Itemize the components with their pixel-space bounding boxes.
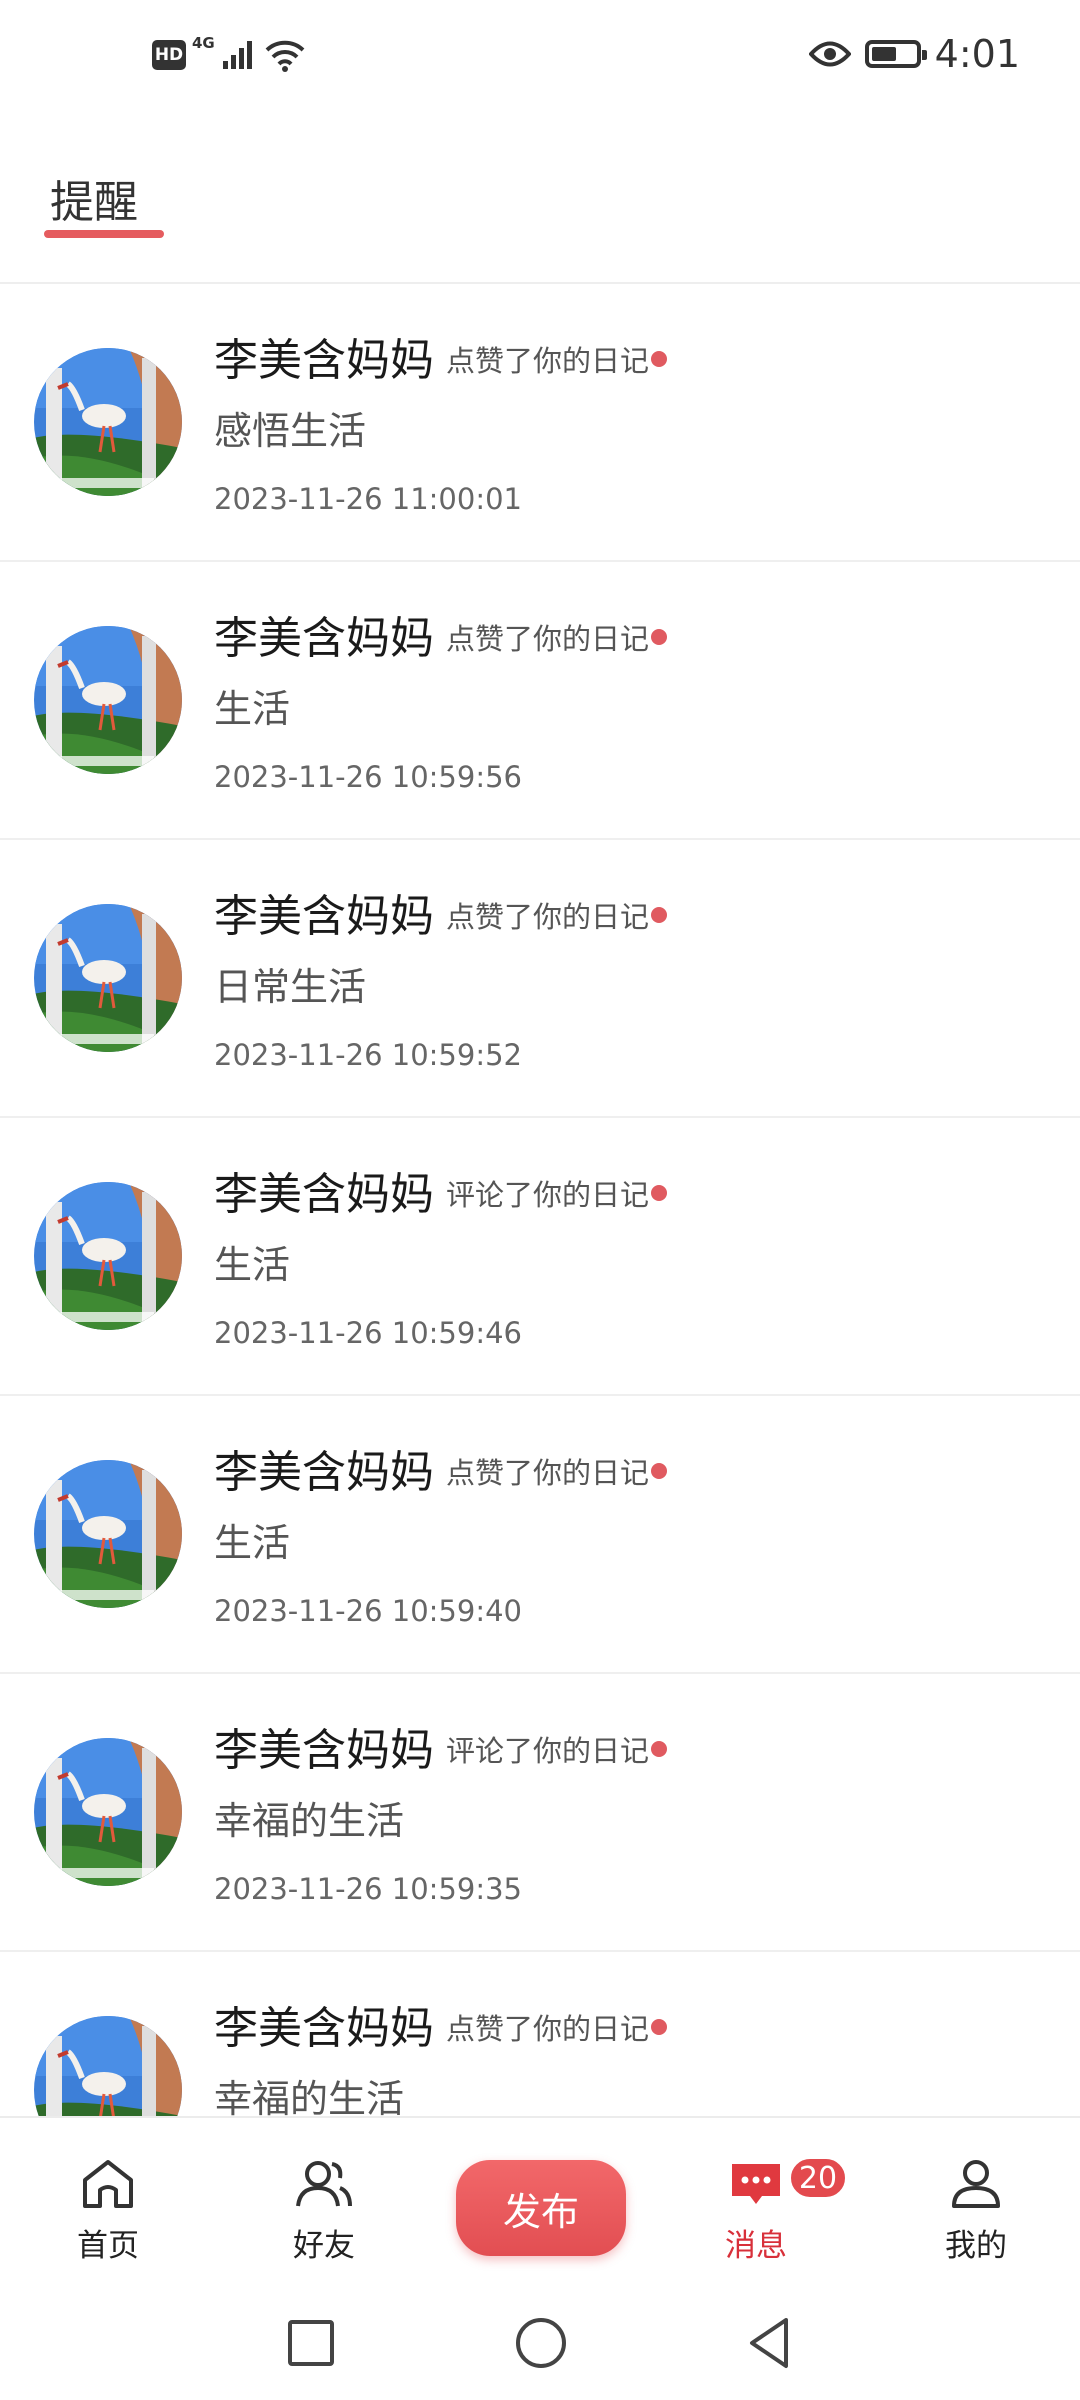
signal-icon <box>222 41 252 69</box>
avatar[interactable] <box>34 348 182 496</box>
notification-time: 2023-11-26 10:59:35 <box>214 1872 522 1906</box>
home-circle-icon[interactable] <box>506 2308 576 2378</box>
diary-title: 生活 <box>214 687 291 731</box>
status-right: 4:01 <box>808 32 1020 76</box>
notification-time: 2023-11-26 10:59:52 <box>214 1038 522 1072</box>
notification-action: 点赞了你的日记 <box>446 2012 650 2046</box>
notification-list[interactable]: 李美含妈妈 点赞了你的日记 感悟生活 2023-11-26 11:00:01 李美… <box>0 284 1080 2116</box>
notification-user-name: 李美含妈妈 评论了你的日记 <box>214 1714 668 1778</box>
notification-user-name: 李美含妈妈 点赞了你的日记 <box>214 1992 668 2056</box>
notification-item[interactable]: 李美含妈妈 点赞了你的日记 生活 2023-11-26 10:59:40 <box>0 1396 1080 1674</box>
diary-title: 日常生活 <box>214 965 367 1009</box>
nav-friends[interactable]: 好友 <box>254 2118 394 2288</box>
nav-messages-label: 消息 <box>725 2228 787 2264</box>
unread-dot <box>651 351 668 367</box>
page-header: 提醒 <box>0 120 1080 284</box>
notification-time: 2023-11-26 10:59:46 <box>214 1316 522 1350</box>
nav-mine[interactable]: 我的 <box>906 2118 1046 2288</box>
message-icon <box>732 2164 780 2204</box>
publish-button[interactable]: 发布 <box>456 2160 626 2256</box>
unread-dot <box>651 629 668 645</box>
diary-title: 感悟生活 <box>214 409 367 453</box>
hd-badge: HD <box>152 40 186 70</box>
back-icon[interactable] <box>736 2308 806 2378</box>
notification-item[interactable]: 李美含妈妈 评论了你的日记 幸福的生活 2023-11-26 10:59:35 <box>0 1674 1080 1952</box>
tab-reminders[interactable]: 提醒 <box>50 166 138 230</box>
messages-badge: 20 <box>788 2156 848 2200</box>
notification-time: 2023-11-26 10:59:40 <box>214 1594 522 1628</box>
diary-title: 生活 <box>214 1243 291 1287</box>
diary-title: 幸福的生活 <box>214 1799 405 1843</box>
nav-home-label: 首页 <box>77 2228 139 2264</box>
avatar[interactable] <box>34 626 182 774</box>
recent-apps-icon[interactable] <box>276 2308 346 2378</box>
nav-messages[interactable]: 消息 <box>686 2118 826 2288</box>
status-left: HD 4G <box>152 34 307 72</box>
notification-item[interactable]: 李美含妈妈 评论了你的日记 生活 2023-11-26 10:59:46 <box>0 1118 1080 1396</box>
avatar-image <box>34 2016 182 2116</box>
notification-user-name: 李美含妈妈 评论了你的日记 <box>214 1158 668 1222</box>
battery-icon <box>864 40 927 68</box>
notification-action: 点赞了你的日记 <box>446 622 650 656</box>
bottom-nav: 首页 好友 发布 消息 20 我的 <box>0 2116 1080 2288</box>
status-bar: HD 4G 4:01 <box>0 0 1080 120</box>
notification-user-name: 李美含妈妈 点赞了你的日记 <box>214 880 668 944</box>
user-name: 李美含妈妈 <box>214 2003 434 2054</box>
unread-dot <box>651 2019 668 2035</box>
tab-active-indicator <box>44 230 164 238</box>
avatar-image <box>34 348 182 496</box>
unread-dot <box>651 1741 668 1757</box>
diary-title: 生活 <box>214 1521 291 1565</box>
unread-dot <box>651 907 668 923</box>
notification-action: 点赞了你的日记 <box>446 1456 650 1490</box>
unread-dot <box>651 1463 668 1479</box>
profile-icon <box>952 2160 1000 2208</box>
system-nav-bar <box>0 2286 1080 2400</box>
notification-user-name: 李美含妈妈 点赞了你的日记 <box>214 324 668 388</box>
notification-action: 点赞了你的日记 <box>446 344 650 378</box>
eye-icon <box>808 41 851 67</box>
notification-item[interactable]: 李美含妈妈 点赞了你的日记 日常生活 2023-11-26 10:59:52 <box>0 840 1080 1118</box>
notification-item[interactable]: 李美含妈妈 点赞了你的日记 生活 2023-11-26 10:59:56 <box>0 562 1080 840</box>
avatar[interactable] <box>34 1738 182 1886</box>
notification-time: 2023-11-26 11:00:01 <box>214 482 522 516</box>
friends-icon <box>296 2161 352 2207</box>
notification-action: 评论了你的日记 <box>446 1178 650 1212</box>
avatar[interactable] <box>34 1460 182 1608</box>
user-name: 李美含妈妈 <box>214 1169 434 1220</box>
nav-friends-label: 好友 <box>293 2228 355 2264</box>
notification-user-name: 李美含妈妈 点赞了你的日记 <box>214 1436 668 1500</box>
notification-item[interactable]: 李美含妈妈 点赞了你的日记 幸福的生活 <box>0 1952 1080 2116</box>
avatar-image <box>34 1738 182 1886</box>
avatar-image <box>34 904 182 1052</box>
notification-user-name: 李美含妈妈 点赞了你的日记 <box>214 602 668 666</box>
nav-home[interactable]: 首页 <box>38 2118 178 2288</box>
avatar[interactable] <box>34 904 182 1052</box>
notification-action: 点赞了你的日记 <box>446 900 650 934</box>
notification-time: 2023-11-26 10:59:56 <box>214 760 522 794</box>
avatar[interactable] <box>34 1182 182 1330</box>
notification-action: 评论了你的日记 <box>446 1734 650 1768</box>
user-name: 李美含妈妈 <box>214 613 434 664</box>
status-time: 4:01 <box>934 32 1020 76</box>
avatar[interactable] <box>34 2016 182 2116</box>
wifi-icon <box>265 40 305 72</box>
home-icon <box>83 2160 133 2208</box>
unread-dot <box>651 1185 668 1201</box>
user-name: 李美含妈妈 <box>214 891 434 942</box>
network-type-label: 4G <box>192 34 215 52</box>
avatar-image <box>34 1460 182 1608</box>
avatar-image <box>34 626 182 774</box>
avatar-image <box>34 1182 182 1330</box>
user-name: 李美含妈妈 <box>214 1447 434 1498</box>
user-name: 李美含妈妈 <box>214 335 434 386</box>
user-name: 李美含妈妈 <box>214 1725 434 1776</box>
notification-item[interactable]: 李美含妈妈 点赞了你的日记 感悟生活 2023-11-26 11:00:01 <box>0 284 1080 562</box>
nav-mine-label: 我的 <box>945 2228 1007 2264</box>
diary-title: 幸福的生活 <box>214 2077 405 2116</box>
